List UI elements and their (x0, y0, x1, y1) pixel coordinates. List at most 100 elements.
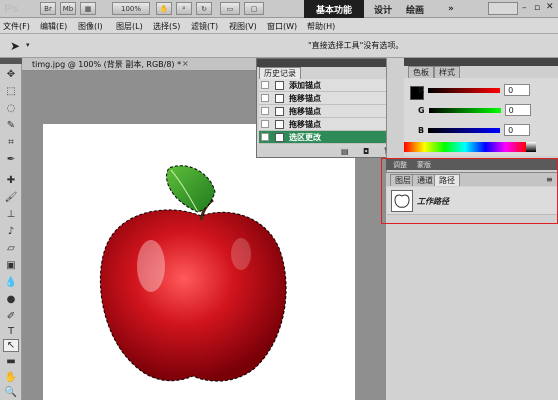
direct-selection-tool-icon[interactable]: ↖ (3, 339, 19, 352)
menu-view[interactable]: 视图(V) (229, 18, 257, 34)
green-value-input[interactable]: 0 (504, 104, 531, 116)
hand-tool-button[interactable]: ✋ (156, 2, 172, 15)
document-close-icon[interactable]: × (182, 59, 189, 68)
menu-image[interactable]: 图像(I) (78, 18, 103, 34)
document-canvas[interactable] (43, 124, 355, 400)
zoom-level: 100% (120, 4, 141, 13)
history-brush-tool-icon[interactable]: ♪ (3, 225, 19, 238)
chevron-down-icon[interactable]: ▾ (26, 41, 30, 49)
history-footer: ▤ ◘ 🗑 (259, 147, 401, 157)
rotate-view-button[interactable]: ↻ (196, 2, 212, 15)
history-item-label: 添加锚点 (289, 81, 321, 90)
menu-file[interactable]: 文件(F) (3, 18, 30, 34)
zoom-tool-button[interactable]: ⌕ (176, 2, 192, 15)
history-checkbox[interactable] (261, 107, 269, 115)
healing-brush-tool-icon[interactable]: ✚ (3, 174, 19, 187)
history-state-icon (275, 120, 284, 129)
brush-tool-icon[interactable]: 🖌 (3, 191, 19, 204)
history-checkbox[interactable] (261, 81, 269, 89)
green-slider[interactable] (428, 107, 501, 113)
mini-bridge-button[interactable]: Mb (60, 2, 76, 15)
lasso-tool-icon[interactable]: ◌ (3, 102, 19, 115)
type-tool-icon[interactable]: T (3, 325, 19, 338)
quick-selection-tool-icon[interactable]: ✎ (3, 119, 19, 132)
menu-filter[interactable]: 滤镜(T) (191, 18, 218, 34)
highlight-annotation-box (381, 158, 558, 224)
cs-live-button[interactable] (488, 2, 518, 15)
document-title: timg.jpg @ 100% (背景 副本, RGB/8) * (32, 60, 182, 69)
document-tab[interactable]: timg.jpg @ 100% (背景 副本, RGB/8) * × (22, 58, 258, 71)
history-checkbox[interactable] (261, 133, 269, 141)
clone-stamp-tool-icon[interactable]: ⊥ (3, 208, 19, 221)
slider-label: R (418, 85, 425, 95)
history-item[interactable]: 拖移锚点 (259, 92, 391, 105)
tab-history[interactable]: 历史记录 (259, 67, 301, 79)
pen-tool-icon[interactable]: ✐ (3, 310, 19, 323)
bridge-button[interactable]: Br (40, 2, 56, 15)
zoom-level-dropdown[interactable]: 100% (112, 2, 150, 15)
menu-help[interactable]: 帮助(H) (307, 18, 335, 34)
dodge-tool-icon[interactable]: ● (3, 293, 19, 306)
marquee-tool-icon[interactable]: ⬚ (3, 85, 19, 98)
tools-panel: ✥ ⬚ ◌ ✎ ⌗ ✒ ✚ 🖌 ⊥ ♪ ▱ ▣ 💧 ● ✐ T ↖ ▬ ✋ 🔍 (0, 58, 22, 400)
history-state-icon (275, 133, 284, 142)
options-message: "直接选择工具"没有选项。 (308, 41, 404, 50)
red-slider[interactable] (428, 87, 501, 93)
history-item[interactable]: 拖移锚点 (259, 118, 391, 131)
color-spectrum[interactable] (404, 142, 526, 152)
history-checkbox[interactable] (261, 94, 269, 102)
menu-select[interactable]: 选择(S) (153, 18, 180, 34)
slider-label: B (418, 125, 425, 135)
history-state-icon (275, 107, 284, 116)
minimize-icon[interactable]: – (522, 3, 527, 13)
history-item[interactable]: 添加锚点 (259, 79, 391, 92)
photoshop-logo: Ps (4, 2, 19, 15)
view-extras-button[interactable]: ▦ (80, 2, 96, 15)
workspace-design[interactable]: 设计 (374, 0, 392, 18)
workspace-painting[interactable]: 绘画 (406, 0, 424, 18)
screen-mode-button[interactable]: ▢ (244, 2, 264, 15)
blue-slider[interactable] (428, 127, 501, 133)
hand-tool-icon[interactable]: ✋ (3, 371, 19, 384)
menu-window[interactable]: 窗口(W) (267, 18, 297, 34)
history-state-icon (275, 94, 284, 103)
menu-edit[interactable]: 编辑(E) (40, 18, 67, 34)
crop-tool-icon[interactable]: ⌗ (3, 136, 19, 149)
arrange-documents-button[interactable]: ▭ (220, 2, 240, 15)
title-bar: Ps Br Mb ▦ 100% ✋ ⌕ ↻ ▭ ▢ 基本功能 设计 绘画 » –… (0, 0, 558, 18)
new-document-from-state-icon[interactable]: ▤ (341, 147, 349, 156)
eyedropper-tool-icon[interactable]: ✒ (3, 153, 19, 166)
slider-g: G 0 (418, 104, 531, 116)
eraser-tool-icon[interactable]: ▱ (3, 242, 19, 255)
history-item-label: 拖移锚点 (289, 120, 321, 129)
maximize-icon[interactable]: ▫ (534, 3, 540, 13)
tab-swatches[interactable]: 色板 (408, 66, 434, 78)
history-item-label: 拖移锚点 (289, 94, 321, 103)
history-item[interactable]: 拖移锚点 (259, 105, 391, 118)
workspace-more[interactable]: » (448, 0, 454, 18)
tab-styles[interactable]: 样式 (434, 66, 460, 78)
history-item-selected[interactable]: 选区更改 (259, 131, 391, 144)
history-panel: 历史记录 添加锚点 拖移锚点 拖移锚点 拖移锚点 选区更改 ▤ ◘ 🗑 (256, 58, 404, 158)
close-icon[interactable]: ✕ (546, 2, 554, 12)
direct-selection-preset-icon[interactable]: ➤ (10, 39, 20, 53)
red-value-input[interactable]: 0 (504, 84, 531, 96)
snapshot-icon[interactable]: ◘ (363, 147, 369, 156)
slider-r: R 0 (418, 84, 531, 96)
shape-tool-icon[interactable]: ▬ (3, 355, 19, 368)
history-item-label: 选区更改 (289, 133, 321, 142)
color-panel-header[interactable] (404, 58, 558, 66)
toolbar-header[interactable] (0, 58, 22, 64)
menu-layer[interactable]: 图层(L) (116, 18, 143, 34)
workspace-essentials[interactable]: 基本功能 (304, 0, 364, 18)
history-checkbox[interactable] (261, 120, 269, 128)
grayscale-ramp[interactable] (526, 142, 536, 152)
slider-b: B 0 (418, 124, 531, 136)
move-tool-icon[interactable]: ✥ (3, 68, 19, 81)
blue-value-input[interactable]: 0 (504, 124, 531, 136)
slider-label: G (418, 105, 425, 115)
history-panel-header[interactable] (257, 59, 403, 67)
zoom-tool-icon[interactable]: 🔍 (3, 386, 19, 399)
gradient-tool-icon[interactable]: ▣ (3, 259, 19, 272)
blur-tool-icon[interactable]: 💧 (3, 276, 19, 289)
